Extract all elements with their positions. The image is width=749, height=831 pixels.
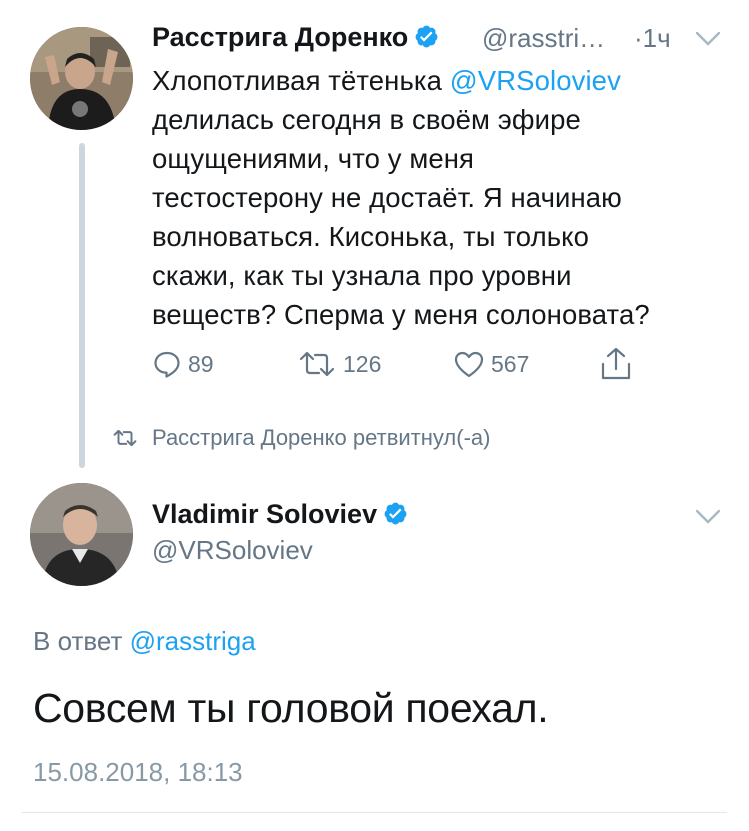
verified-badge-icon	[415, 25, 438, 48]
reply-button[interactable]: 89	[152, 347, 214, 381]
retweet-count: 126	[343, 350, 382, 377]
retweet-author-handle[interactable]: @rasstri…	[482, 22, 605, 54]
retweet-time[interactable]: ·1ч	[634, 22, 671, 54]
mention-link[interactable]: @VRSoloviev	[450, 65, 621, 96]
reply-prefix: В ответ	[33, 626, 130, 656]
reply-bubble-icon	[154, 351, 180, 378]
share-icon	[601, 347, 631, 380]
retweet-author-name-text[interactable]: Расстрига Доренко	[152, 22, 408, 52]
tweet-text: Совсем ты головой поехал.	[33, 685, 549, 731]
thread-line	[79, 143, 85, 468]
text-fragment: Хлопотливая тётенька	[152, 65, 450, 96]
verified-badge-icon	[384, 502, 407, 525]
reply-mention-link[interactable]: @rasstriga	[130, 626, 256, 656]
tweet-text-line: тестостерону не достаёт. Я начинаю	[152, 182, 622, 213]
tweet-author-handle[interactable]: @VRSoloviev	[152, 534, 313, 566]
tweet-text-line: скажи, как ты узнала про уровни	[152, 260, 572, 291]
chevron-down-icon[interactable]	[695, 509, 721, 525]
share-button[interactable]	[599, 347, 633, 381]
chevron-down-icon[interactable]	[695, 31, 721, 47]
heart-icon	[454, 351, 484, 378]
tweet-text-line: делилась сегодня в своём эфире	[152, 104, 581, 135]
like-button[interactable]: 567	[453, 347, 529, 381]
reply-count: 89	[188, 350, 214, 377]
retweet-notice-text: Расстрига Доренко ретвитнул(-а)	[152, 425, 491, 450]
tweet-author-name[interactable]: Vladimir Soloviev	[152, 497, 408, 531]
tweet-text-line: Хлопотливая тётенька @VRSoloviev	[152, 61, 732, 100]
avatar-vrsoloviev[interactable]	[30, 483, 133, 586]
retweet-notice[interactable]: Расстрига Доренко ретвитнул(-а)	[112, 422, 490, 454]
like-count: 567	[491, 350, 530, 377]
retweet-icon	[299, 351, 335, 377]
tweet-timestamp[interactable]: 15.08.2018, 18:13	[33, 756, 243, 788]
retweet-text: Хлопотливая тётенька @VRSoloviev делилас…	[152, 61, 732, 334]
retweet-icon	[113, 429, 137, 447]
time-value[interactable]: 1ч	[643, 23, 671, 53]
time-separator: ·	[634, 23, 643, 53]
retweet-button[interactable]: 126	[297, 347, 381, 381]
tweet-text-line: волноваться. Кисонька, ты только	[152, 221, 589, 252]
tweet-author-name-text[interactable]: Vladimir Soloviev	[152, 499, 377, 529]
tweet-text-line: веществ? Сперма у меня солоновата?	[152, 299, 650, 330]
divider	[22, 812, 727, 813]
avatar-rasstriga[interactable]	[30, 27, 133, 130]
tweet-text-line: ощущениями, что у меня	[152, 143, 474, 174]
reply-context: В ответ @rasstriga	[33, 624, 256, 658]
retweet-author-name[interactable]: Расстрига Доренко	[152, 20, 439, 54]
